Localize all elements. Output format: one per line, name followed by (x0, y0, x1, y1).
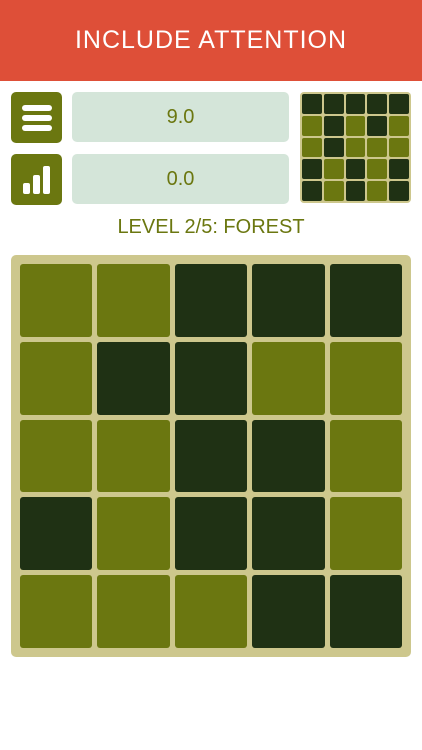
score-display: 9.0 (72, 92, 289, 142)
board-tile-r3-c3[interactable] (174, 419, 248, 493)
preview-cell-r5-c2 (323, 181, 344, 201)
board-tile-r5-c3[interactable] (174, 575, 248, 648)
preview-cell-r4-c4 (367, 159, 388, 180)
preview-cell-r4-c2 (323, 159, 344, 180)
board-tile-r4-c2[interactable] (97, 497, 170, 571)
board-tile-r4-c4[interactable] (252, 497, 325, 571)
secondary-display: 0.0 (72, 154, 289, 204)
board-tile-r2-c5[interactable] (329, 341, 402, 415)
board-tile-r4-c1[interactable] (20, 497, 93, 571)
preview-cell-r5-c4 (367, 181, 388, 201)
preview-cell-r2-c5 (389, 115, 409, 136)
preview-cell-r2-c2 (323, 115, 344, 136)
board-tile-r3-c4[interactable] (252, 419, 325, 493)
stats-button[interactable] (11, 154, 62, 205)
page-title: INCLUDE ATTENTION (74, 26, 348, 54)
board-tile-r3-c5[interactable] (329, 419, 402, 493)
preview-cell-r2-c1 (302, 115, 322, 136)
preview-cell-r3-c4 (367, 137, 388, 158)
board-tile-r5-c4[interactable] (252, 575, 325, 648)
board-tile-r1-c1[interactable] (20, 264, 93, 337)
board-tile-r1-c5[interactable] (329, 264, 402, 337)
board-tile-r1-c4[interactable] (252, 264, 325, 337)
board-tile-r2-c1[interactable] (20, 341, 93, 415)
board-tile-r5-c5[interactable] (329, 575, 402, 648)
preview-cell-r4-c3 (345, 159, 366, 180)
preview-cell-r1-c3 (345, 94, 366, 114)
preview-cell-r5-c3 (345, 181, 366, 201)
board-tile-r1-c2[interactable] (97, 264, 170, 337)
preview-cell-r3-c1 (302, 137, 322, 158)
preview-cell-r3-c3 (345, 137, 366, 158)
level-label: LEVEL 2/5: FOREST (117, 216, 305, 238)
preview-cell-r3-c2 (323, 137, 344, 158)
preview-cell-r2-c4 (367, 115, 388, 136)
board-tile-r4-c5[interactable] (329, 497, 402, 571)
preview-cell-r2-c3 (345, 115, 366, 136)
preview-cell-r5-c1 (302, 181, 322, 201)
board-tile-r4-c3[interactable] (174, 497, 248, 571)
board-tile-r1-c3[interactable] (174, 264, 248, 337)
target-pattern-preview (300, 92, 411, 203)
preview-cell-r1-c5 (389, 94, 409, 114)
game-board (11, 255, 411, 657)
preview-cell-r5-c5 (389, 181, 409, 201)
preview-cell-r1-c4 (367, 94, 388, 114)
board-tile-r2-c4[interactable] (252, 341, 325, 415)
board-tile-r2-c3[interactable] (174, 341, 248, 415)
preview-cell-r3-c5 (389, 137, 409, 158)
score-value: 9.0 (166, 105, 195, 128)
preview-cell-r1-c2 (323, 94, 344, 114)
menu-icon (21, 104, 52, 131)
menu-button[interactable] (11, 92, 62, 143)
header-bar: INCLUDE ATTENTION (0, 0, 422, 81)
board-tile-r5-c1[interactable] (20, 575, 93, 648)
preview-cell-r4-c5 (389, 159, 409, 180)
board-tile-r3-c2[interactable] (97, 419, 170, 493)
secondary-value: 0.0 (166, 167, 195, 190)
board-tile-r5-c2[interactable] (97, 575, 170, 648)
bar-chart-icon (22, 165, 50, 194)
board-tile-r3-c1[interactable] (20, 419, 93, 493)
preview-cell-r4-c1 (302, 159, 322, 180)
preview-cell-r1-c1 (302, 94, 322, 114)
board-tile-r2-c2[interactable] (97, 341, 170, 415)
